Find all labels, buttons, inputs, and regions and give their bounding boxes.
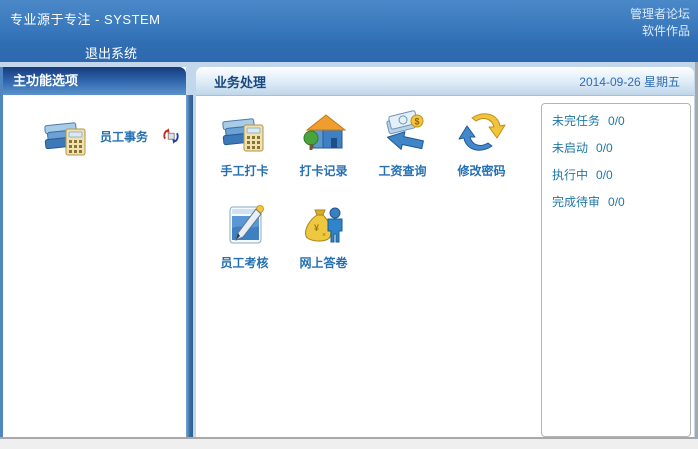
sidebar-item-list: 员工事务 [3,112,186,160]
bottom-bar [0,439,698,449]
banner-links: 管理者论坛 软件作品 [630,6,690,40]
status-item[interactable]: 执行中 0/0 [552,162,690,189]
date-label: 2014-09-26 星期五 [579,73,694,90]
app-item-label: 网上答卷 [299,256,347,270]
document-pen-icon [221,200,269,248]
status-item-list: 未完任务 0/0 未启动 0/0 执行中 0/0 完成待审 0/0 [552,108,690,216]
app-item-label: 工资查询 [378,164,426,178]
app-window: 专业源于专注 - SYSTEM 管理者论坛 软件作品 退出系统 主功能选项 员工… [0,0,698,449]
house-icon [300,108,348,156]
app-item-label: 修改密码 [457,164,505,178]
exit-system-button[interactable]: 退出系统 [85,43,137,62]
app-grid: 手工打卡 打卡记录 $ 工资查询 修改密码员工考核 ¥× 网上答卷 [205,106,521,290]
app-item[interactable]: ¥× 网上答卷 [284,198,363,290]
app-item[interactable]: $ 工资查询 [363,106,442,198]
books-calculator-icon [221,108,269,156]
status-item-label: 执行中 [552,168,588,182]
status-item-label: 完成待审 [552,195,600,209]
sidebar-item-label: 员工事务 [100,128,148,145]
app-item[interactable]: 修改密码 [442,106,521,198]
svg-text:$: $ [414,117,419,127]
status-item-label: 未完任务 [552,114,600,128]
app-item[interactable]: 手工打卡 [205,106,284,198]
main-panel-title: 业务处理 [196,72,266,91]
app-title: 专业源于专注 - SYSTEM [10,9,161,28]
money-search-icon: $ [379,108,427,156]
swap-arrows-icon [458,108,506,156]
app-item[interactable]: 打卡记录 [284,106,363,198]
app-item-label: 手工打卡 [220,164,268,178]
splitter-handle[interactable] [186,95,193,437]
status-item-label: 未启动 [552,141,588,155]
status-item[interactable]: 完成待审 0/0 [552,189,690,216]
status-item-value: 0/0 [596,141,613,155]
app-item-label: 员工考核 [220,256,268,270]
app-item[interactable]: 员工考核 [205,198,284,290]
app-item-label: 打卡记录 [299,164,347,178]
status-item[interactable]: 未完任务 0/0 [552,108,690,135]
svg-text:¥: ¥ [314,223,319,233]
status-item-value: 0/0 [608,195,625,209]
books-calculator-icon [43,112,91,160]
status-item[interactable]: 未启动 0/0 [552,135,690,162]
sidebar: 主功能选项 员工事务 [0,67,186,437]
status-item-value: 0/0 [596,168,613,182]
sync-icon [160,125,182,147]
workspace: 主功能选项 员工事务 业务处理 2014-09-26 星期五 手工打卡 打卡记录 $… [0,62,698,439]
top-banner: 专业源于专注 - SYSTEM 管理者论坛 软件作品 退出系统 [0,0,698,62]
sidebar-header: 主功能选项 [3,67,186,95]
moneybag-person-icon: ¥× [300,200,348,248]
status-item-value: 0/0 [608,114,625,128]
status-panel: 未完任务 0/0 未启动 0/0 执行中 0/0 完成待审 0/0 [541,103,691,437]
software-works-link[interactable]: 软件作品 [630,23,690,40]
svg-text:×: × [322,232,326,239]
main-panel-header: 业务处理 2014-09-26 星期五 [196,67,694,96]
sidebar-item[interactable]: 员工事务 [43,112,186,160]
manager-forum-link[interactable]: 管理者论坛 [630,6,690,23]
main-panel: 业务处理 2014-09-26 星期五 手工打卡 打卡记录 $ 工资查询 修改密码员工考… [196,67,694,437]
